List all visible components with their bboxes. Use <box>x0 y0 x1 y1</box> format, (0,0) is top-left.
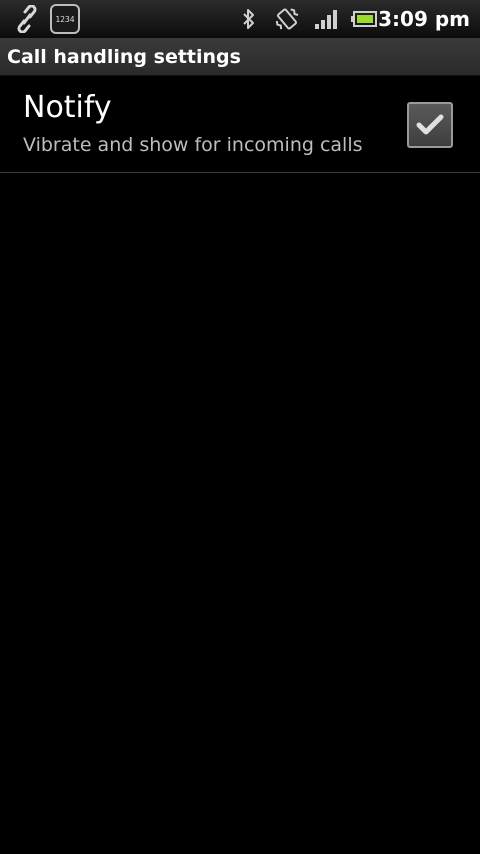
battery-icon <box>350 0 378 38</box>
counter-text: 1234 <box>55 14 75 24</box>
status-clock: 3:09 pm <box>378 7 470 31</box>
page-title: Call handling settings <box>7 46 241 68</box>
signal-icon <box>313 0 339 38</box>
preference-title: Notify <box>23 90 112 125</box>
bluetooth-icon <box>238 0 260 38</box>
checkmark-icon <box>416 114 444 135</box>
status-bar: 1234 3:09 pm <box>0 0 480 39</box>
notify-checkbox[interactable] <box>407 102 453 148</box>
preference-row-notify[interactable]: Notify Vibrate and show for incoming cal… <box>0 76 480 173</box>
link-icon <box>12 0 42 38</box>
vibrate-icon <box>272 0 302 38</box>
title-bar: Call handling settings <box>0 38 480 76</box>
counter-widget-icon: 1234 <box>50 4 80 34</box>
preference-summary: Vibrate and show for incoming calls <box>23 134 363 156</box>
